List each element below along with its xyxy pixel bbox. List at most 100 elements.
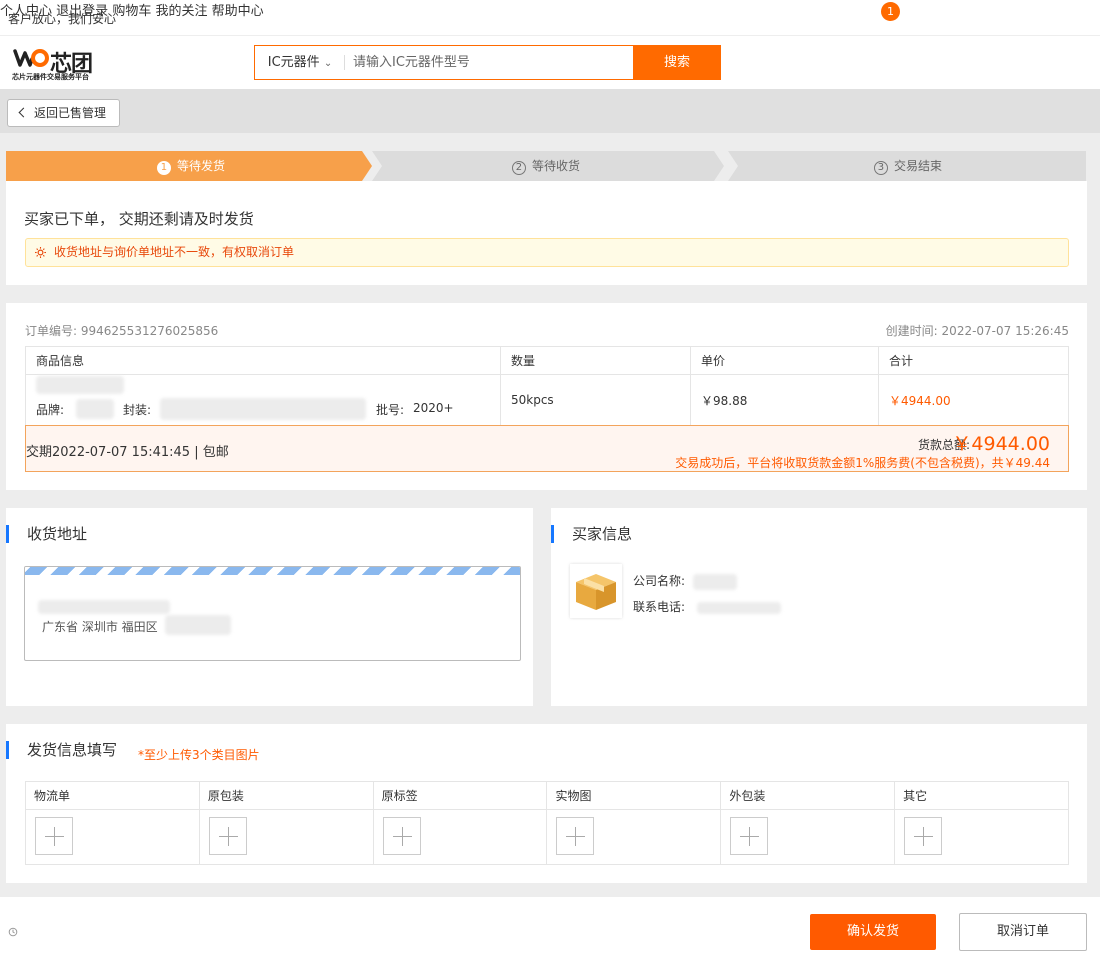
header: 芯团 芯片元器件交易服务平台 IC元器件 ⌄ 搜索 — [0, 36, 1100, 89]
col-product-info: 商品信息 — [25, 346, 501, 375]
step-label: 等待发货 — [176, 159, 225, 173]
col-original-label: 原标签 — [372, 781, 548, 810]
status-title: 买家已下单， 交期还剩请及时发货 — [24, 210, 254, 228]
upload-cell — [894, 809, 1069, 865]
upload-cell — [372, 809, 548, 865]
created-time-label: 创建时间: — [885, 324, 938, 338]
step-label: 交易结束 — [893, 159, 942, 173]
upload-cell — [198, 809, 374, 865]
order-progress-steps: 1 等待发货 2 等待收货 3 交易结束 — [6, 151, 1086, 181]
logo-mark-icon — [13, 49, 49, 67]
site-logo[interactable]: 芯团 芯片元器件交易服务平台 — [12, 44, 112, 84]
buyer-company: 公司名称: — [633, 572, 737, 590]
redacted-phone — [696, 601, 781, 614]
upload-outer-packaging-plus-icon[interactable] — [730, 816, 769, 855]
warning-sun-icon — [35, 247, 46, 258]
upload-other-plus-icon[interactable] — [904, 816, 943, 855]
redacted-recipient — [38, 600, 170, 614]
status-card: 买家已下单， 交期还剩请及时发货 收货地址与询价单地址不一致，有权取消订单 — [6, 181, 1087, 285]
company-label: 公司名称: — [633, 574, 686, 588]
order-items-table: 商品信息 数量 单价 合计 品牌: 封装: 批号: 2020+ 50kpcs ￥… — [25, 346, 1069, 426]
col-outer-packaging: 外包装 — [720, 781, 896, 810]
confirm-shipment-button[interactable]: 确认发货 — [810, 914, 936, 950]
col-waybill: 物流单 — [25, 781, 200, 810]
upload-original-label-plus-icon[interactable] — [382, 816, 421, 855]
step-number: 1 — [156, 161, 171, 175]
slogan: 客户放心，我们安心 — [8, 12, 117, 26]
buyer-card: 买家信息 公司名称: 联系电话: — [551, 508, 1087, 706]
order-number-value: 994625531276025856 — [80, 324, 219, 338]
redacted-product-name — [36, 376, 124, 394]
buyer-section-title: 买家信息 — [551, 525, 632, 543]
order-card: 订单编号: 994625531276025856 创建时间: 2022-07-0… — [6, 303, 1087, 490]
cart-count-badge: 1 — [881, 2, 900, 21]
logo-tagline: 芯片元器件交易服务平台 — [12, 73, 89, 81]
batch-label: 批号: — [376, 403, 405, 417]
search-bar: IC元器件 ⌄ 搜索 — [254, 45, 721, 80]
shipping-info-card: 发货信息填写 *至少上传3个类目图片 物流单 原包装 原标签 实物图 外包装 其… — [6, 724, 1087, 883]
upload-images-table: 物流单 原包装 原标签 实物图 外包装 其它 — [25, 781, 1069, 865]
search-category-label: IC元器件 — [267, 55, 320, 70]
service-fee-note: 交易成功后，平台将收取货款金额1%服务费(不包含税费)，共￥49.44 — [675, 456, 1050, 470]
col-other: 其它 — [894, 781, 1069, 810]
order-number: 订单编号: 994625531276025856 — [25, 322, 218, 339]
col-original-packaging: 原包装 — [198, 781, 374, 810]
help-center-link[interactable]: 帮助中心 — [212, 4, 264, 19]
quantity-cell: 50kpcs — [500, 374, 691, 426]
phone-label: 联系电话: — [633, 600, 686, 614]
address-line: 广东省 深圳市 福田区 — [42, 620, 158, 634]
step-label: 等待收货 — [531, 159, 580, 173]
back-button-label: 返回已售管理 — [34, 106, 107, 120]
package-label: 封装: — [123, 403, 152, 417]
upload-original-packaging-plus-icon[interactable] — [208, 816, 247, 855]
buyer-phone: 联系电话: — [633, 598, 781, 615]
chevron-left-icon — [18, 107, 29, 118]
upload-cell — [720, 809, 896, 865]
order-number-label: 订单编号: — [25, 324, 78, 338]
address-envelope-stripe — [25, 567, 520, 575]
step-transaction-complete: 3 交易结束 — [730, 151, 1086, 181]
upload-waybill-plus-icon[interactable] — [35, 816, 73, 855]
cart-link[interactable]: 购物车 — [112, 4, 151, 19]
shipping-section-title: 发货信息填写 — [6, 741, 117, 759]
redacted-street — [165, 615, 231, 635]
shipping-address-box: 广东省 深圳市 福田区 — [24, 566, 521, 661]
table-row: 品牌: 封装: 批号: 2020+ 50kpcs ￥98.88 ￥4944.00 — [25, 374, 1069, 426]
redacted-brand — [76, 399, 114, 419]
step-number: 3 — [873, 161, 888, 175]
step-awaiting-shipment: 1 等待发货 — [6, 151, 376, 181]
col-subtotal: 合计 — [878, 346, 1069, 375]
col-unit-price: 单价 — [690, 346, 879, 375]
history-icon[interactable] — [8, 927, 18, 937]
order-created-time: 创建时间: 2022-07-07 15:26:45 — [886, 322, 1069, 339]
cancel-order-button[interactable]: 取消订单 — [959, 913, 1087, 951]
search-input[interactable] — [353, 50, 623, 75]
search-button[interactable]: 搜索 — [633, 45, 721, 80]
order-total-box: 交期2022-07-07 15:41:45 | 包邮 货款总额: ￥4944.0… — [25, 425, 1069, 472]
buyer-package-image — [570, 564, 622, 618]
product-info-cell: 品牌: 封装: 批号: 2020+ — [25, 374, 501, 426]
delivery-deadline: 交期2022-07-07 15:41:45 | 包邮 — [26, 445, 229, 460]
subtotal-cell: ￥4944.00 — [878, 374, 1069, 426]
unit-price-cell: ￥98.88 — [690, 374, 879, 426]
chevron-down-icon: ⌄ — [323, 58, 333, 69]
upload-hint: *至少上传3个类目图片 — [138, 748, 260, 762]
my-follows-link[interactable]: 我的关注 — [155, 4, 207, 19]
batch-value: 2020+ — [413, 401, 454, 415]
address-card: 收货地址 广东省 深圳市 福田区 — [6, 508, 533, 706]
total-amount: ￥4944.00 — [952, 433, 1050, 455]
redacted-package — [160, 398, 366, 420]
brand-label: 品牌: — [36, 403, 65, 417]
search-category-select[interactable]: IC元器件 ⌄ — [255, 46, 345, 79]
address-section-title: 收货地址 — [6, 525, 87, 543]
top-bar: 客户放心，我们安心 个人中心 退出登录 购物车 我的关注 帮助中心 1 — [0, 0, 1100, 36]
upload-cell — [546, 809, 722, 865]
warning-text: 收货地址与询价单地址不一致，有权取消订单 — [54, 245, 295, 259]
upload-product-photo-plus-icon[interactable] — [556, 816, 595, 855]
col-quantity: 数量 — [500, 346, 691, 375]
package-box-icon — [576, 574, 616, 610]
redacted-company — [692, 573, 737, 590]
address-mismatch-warning: 收货地址与询价单地址不一致，有权取消订单 — [25, 238, 1069, 267]
upload-cell — [25, 809, 200, 865]
back-to-sold-management-button[interactable]: 返回已售管理 — [7, 99, 120, 127]
